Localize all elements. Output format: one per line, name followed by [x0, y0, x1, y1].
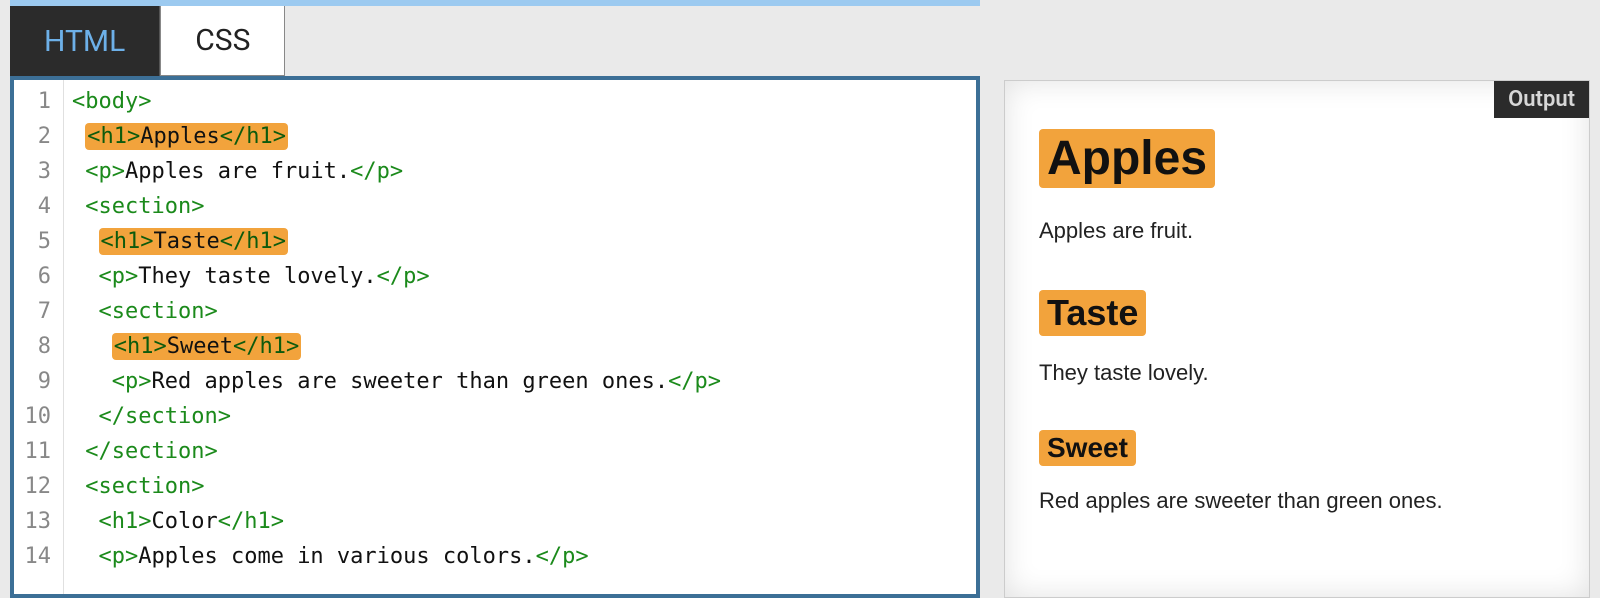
- code-line[interactable]: <h1>Apples</h1>: [64, 119, 976, 154]
- code-line[interactable]: <p>Red apples are sweeter than green one…: [64, 364, 976, 399]
- line-number: 3: [14, 154, 63, 189]
- output-paragraph: Apples are fruit.: [1039, 218, 1555, 244]
- code-tag: <p>: [85, 159, 125, 184]
- line-number: 10: [14, 399, 63, 434]
- code-tag: </p>: [377, 264, 430, 289]
- code-tag: <p>: [99, 544, 139, 569]
- code-tag: </p>: [350, 159, 403, 184]
- line-number: 4: [14, 189, 63, 224]
- code-tag: <p>: [99, 264, 139, 289]
- line-number: 8: [14, 329, 63, 364]
- output-paragraph: They taste lovely.: [1039, 360, 1555, 386]
- code-content[interactable]: <body> <h1>Apples</h1> <p>Apples are fru…: [64, 80, 976, 594]
- code-line[interactable]: <p>They taste lovely.</p>: [64, 259, 976, 294]
- code-tag: </h1>: [218, 509, 284, 534]
- code-tag: <h1>: [99, 509, 152, 534]
- code-text: Taste: [153, 229, 219, 254]
- code-tag: <p>: [112, 369, 152, 394]
- output-panel: Output Apples Apples are fruit. Taste Th…: [1004, 80, 1590, 598]
- code-tag: <section>: [85, 194, 204, 219]
- line-number: 6: [14, 259, 63, 294]
- code-tag: </h1>: [233, 334, 299, 359]
- code-tag: <body>: [72, 89, 151, 114]
- code-tag: <section>: [85, 474, 204, 499]
- line-number: 5: [14, 224, 63, 259]
- line-number: 14: [14, 539, 63, 574]
- tab-css[interactable]: CSS: [160, 6, 285, 76]
- code-line[interactable]: </section>: [64, 434, 976, 469]
- code-tag: </section>: [99, 404, 231, 429]
- tab-html[interactable]: HTML: [10, 6, 160, 76]
- code-text: Apples come in various colors.: [138, 544, 535, 569]
- line-number: 9: [14, 364, 63, 399]
- line-number-gutter: 1234567891011121314: [14, 80, 64, 594]
- code-line[interactable]: <section>: [64, 189, 976, 224]
- code-tag: <h1>: [114, 334, 167, 359]
- line-number: 11: [14, 434, 63, 469]
- code-text: Sweet: [167, 334, 233, 359]
- code-line[interactable]: </section>: [64, 399, 976, 434]
- code-line[interactable]: <p>Apples are fruit.</p>: [64, 154, 976, 189]
- code-line[interactable]: <p>Apples come in various colors.</p>: [64, 539, 976, 574]
- tab-bar: HTML CSS: [10, 0, 980, 76]
- code-line[interactable]: <section>: [64, 294, 976, 329]
- code-editor[interactable]: 1234567891011121314 <body> <h1>Apples</h…: [10, 76, 980, 598]
- line-number: 12: [14, 469, 63, 504]
- code-tag: </h1>: [220, 229, 286, 254]
- code-tag: <h1>: [101, 229, 154, 254]
- line-number: 13: [14, 504, 63, 539]
- output-heading-taste: Taste: [1039, 290, 1146, 336]
- code-text: Red apples are sweeter than green ones.: [152, 369, 669, 394]
- editor-column: HTML CSS 1234567891011121314 <body> <h1>…: [10, 0, 980, 598]
- code-tag: <section>: [99, 299, 218, 324]
- line-number: 7: [14, 294, 63, 329]
- output-heading-sweet: Sweet: [1039, 430, 1136, 466]
- line-number: 1: [14, 84, 63, 119]
- code-line[interactable]: <h1>Sweet</h1>: [64, 329, 976, 364]
- code-line[interactable]: <body>: [64, 84, 976, 119]
- highlighted-code: <h1>Taste</h1>: [99, 228, 288, 255]
- code-tag: </p>: [536, 544, 589, 569]
- output-column: Output Apples Apples are fruit. Taste Th…: [1004, 0, 1590, 598]
- code-tag: </h1>: [220, 124, 286, 149]
- output-paragraph: Red apples are sweeter than green ones.: [1039, 488, 1555, 514]
- code-line[interactable]: <h1>Taste</h1>: [64, 224, 976, 259]
- code-line[interactable]: <section>: [64, 469, 976, 504]
- highlighted-code: <h1>Apples</h1>: [85, 123, 288, 150]
- code-text: Apples are fruit.: [125, 159, 350, 184]
- code-text: Color: [151, 509, 217, 534]
- code-text: Apples: [140, 124, 219, 149]
- code-line[interactable]: <h1>Color</h1>: [64, 504, 976, 539]
- code-tag: </p>: [668, 369, 721, 394]
- highlighted-code: <h1>Sweet</h1>: [112, 333, 301, 360]
- code-text: They taste lovely.: [138, 264, 376, 289]
- code-tag: <h1>: [87, 124, 140, 149]
- output-heading-apples: Apples: [1039, 129, 1215, 188]
- line-number: 2: [14, 119, 63, 154]
- output-label: Output: [1494, 81, 1589, 118]
- code-tag: </section>: [85, 439, 217, 464]
